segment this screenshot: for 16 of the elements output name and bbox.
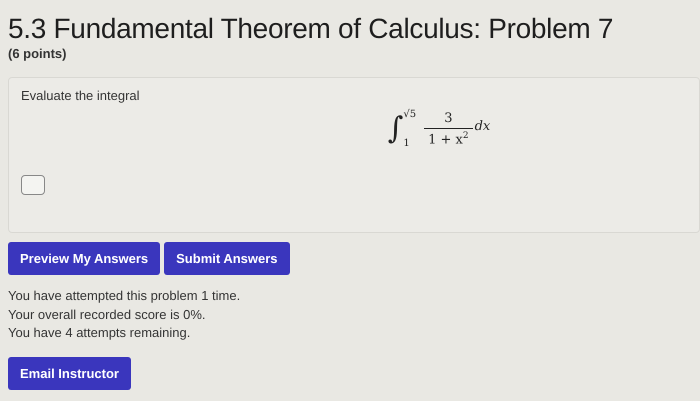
upper-limit: √5: [403, 109, 416, 120]
numerator: 3: [443, 110, 454, 128]
integral-sign: ∫: [388, 112, 404, 146]
points-label: (6 points): [8, 46, 68, 61]
answer-field[interactable]: [21, 175, 45, 195]
submit-answers-button[interactable]: Submit Answers: [164, 242, 290, 275]
preview-answers-button[interactable]: Preview My Answers: [8, 242, 160, 275]
problem-prompt: Evaluate the integral: [21, 88, 141, 103]
email-instructor-button[interactable]: Email Instructor: [8, 356, 131, 390]
differential: dx: [474, 118, 490, 134]
denominator: 1 + x$^{2}$: [424, 128, 473, 148]
attempt-message: You have attempted this problem 1 time.: [8, 287, 242, 305]
lower-limit: 1: [403, 138, 411, 149]
attempt-message: You have 4 attempts remaining.: [8, 324, 192, 342]
problem-title: 5.3 Fundamental Theorem of Calculus: Problem 7: [8, 12, 614, 46]
attempt-message: Your overall recorded score is 0%.: [8, 306, 207, 324]
